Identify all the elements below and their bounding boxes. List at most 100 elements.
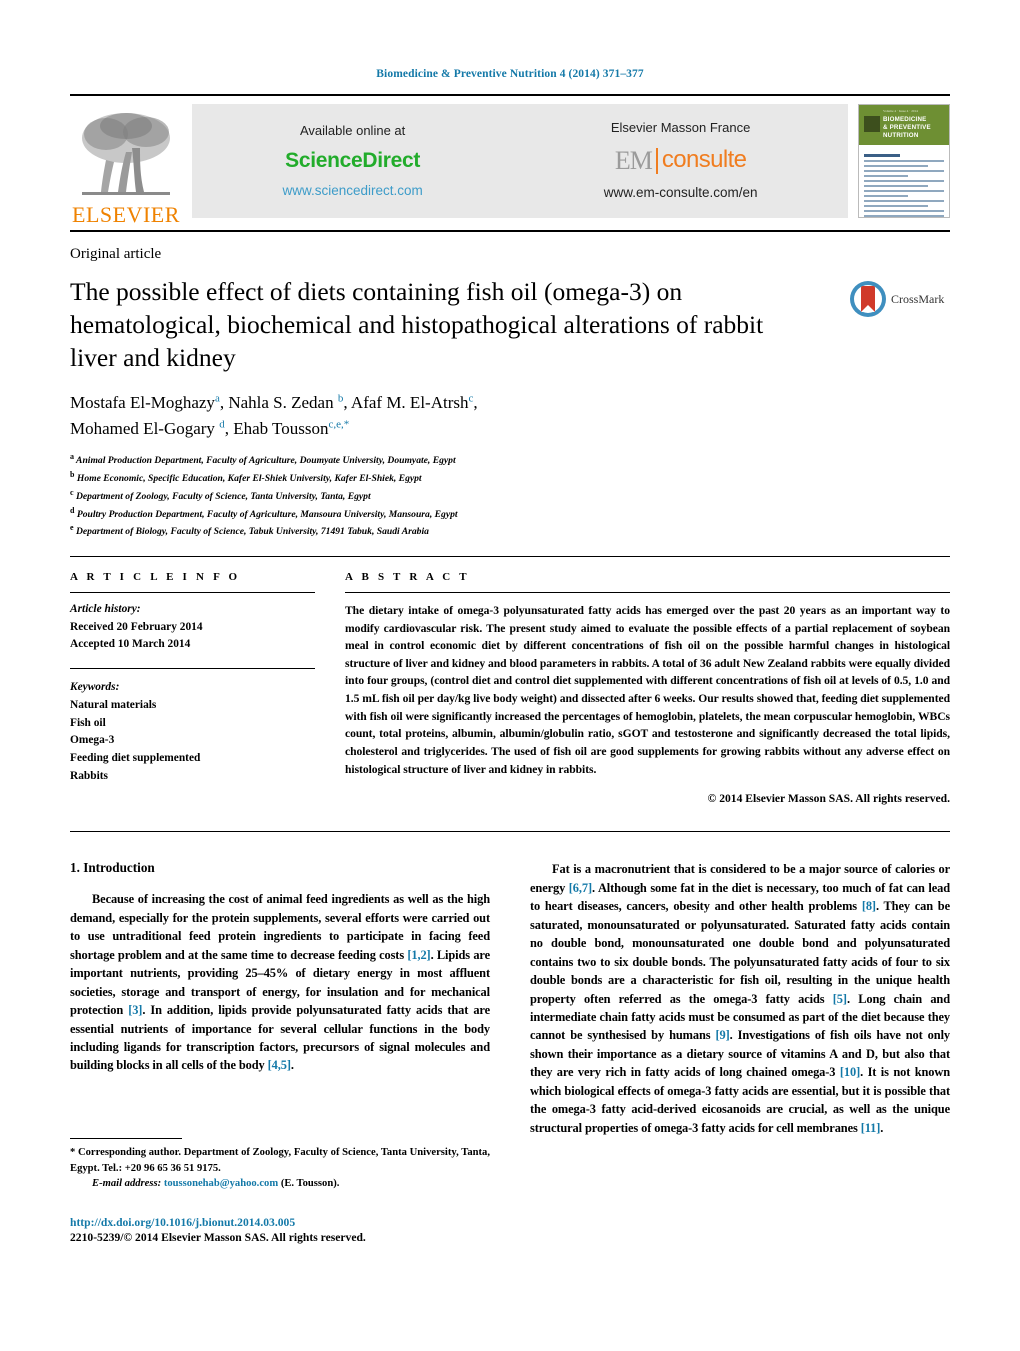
elsevier-wordmark: ELSEVIER: [72, 202, 180, 227]
affiliation-item: c Department of Zoology, Faculty of Scie…: [70, 487, 950, 505]
cover-line: [864, 215, 944, 217]
masthead-bottom-rule: [70, 230, 950, 232]
crossmark-label: CrossMark: [891, 291, 945, 306]
author-name: Nahla S. Zedan: [228, 393, 334, 413]
author-affil-mark: d: [219, 418, 225, 431]
elsevier-tree-icon: [76, 108, 176, 204]
cover-line: [864, 175, 908, 177]
citation-link[interactable]: [3]: [128, 1003, 142, 1017]
emconsulte-url[interactable]: www.em-consulte.com/en: [604, 183, 758, 203]
cover-line: [864, 185, 928, 187]
abstract-copyright: © 2014 Elsevier Masson SAS. All rights r…: [707, 792, 950, 806]
sciencedirect-url[interactable]: www.sciencedirect.com: [282, 181, 422, 201]
corresponding-star: *: [70, 1147, 76, 1158]
article-history: Article history: Received 20 February 20…: [70, 601, 315, 654]
author-affil-mark: c,e,*: [328, 418, 350, 431]
footnote-block: * Corresponding author. Department of Zo…: [70, 1138, 490, 1189]
crossmark-badge[interactable]: CrossMark: [850, 275, 950, 317]
cover-line: [864, 190, 944, 192]
paragraph-text: .: [290, 1058, 294, 1073]
abstract-heading: A B S T R A C T: [345, 571, 470, 584]
emconsulte-em: EM: [614, 145, 653, 175]
cover-line: [864, 210, 944, 212]
info-abstract-block: A R T I C L E I N F O Article history: R…: [70, 571, 950, 805]
keyword-item: Rabbits: [70, 769, 108, 782]
cover-line: [864, 160, 944, 162]
emconsulte-consulte: consulte: [661, 146, 747, 174]
keywords-rule: [70, 668, 315, 670]
email-suffix: (E. Tousson).: [280, 1177, 340, 1189]
cover-title-line1: BIOMEDICINE: [883, 116, 927, 123]
citation-link[interactable]: [4,5]: [268, 1058, 291, 1072]
emconsulte-logo: EM consulte: [604, 142, 758, 180]
sciencedirect-brand: ScienceDirect: [285, 149, 421, 173]
affiliation-text: Department of Biology, Faculty of Scienc…: [75, 526, 429, 538]
cover-line: [864, 170, 944, 172]
cover-line: [864, 180, 944, 182]
intro-paragraph-left: Because of increasing the cost of animal…: [70, 890, 490, 1075]
author-name: Mohamed El-Gogary: [70, 418, 215, 438]
keywords-label: Keywords:: [70, 681, 120, 694]
cover-line: [864, 200, 944, 202]
paragraph-text: . They can be saturated, monounsaturated…: [530, 899, 950, 1006]
affiliation-list: a Animal Production Department, Faculty …: [70, 451, 950, 540]
corresponding-author-text: Corresponding author. Department of Zool…: [70, 1147, 490, 1174]
affiliation-mark: e: [70, 523, 74, 533]
email-label: E-mail address:: [92, 1177, 162, 1189]
availability-banner: Available online at ScienceDirect www.sc…: [192, 104, 848, 218]
body-column-right: Fat is a macronutrient that is considere…: [530, 860, 950, 1137]
affiliation-item: d Poultry Production Department, Faculty…: [70, 505, 950, 523]
affiliation-mark: d: [70, 505, 75, 515]
author-affil-mark: b: [337, 392, 344, 405]
affiliation-text: Home Economic, Specific Education, Kafer…: [76, 473, 422, 485]
cover-logo-square: [864, 116, 880, 132]
abstract-rule: [345, 592, 950, 594]
abstract-text: The dietary intake of omega-3 polyunsatu…: [345, 604, 950, 776]
email-link[interactable]: toussonehab@yahoo.com: [164, 1178, 278, 1189]
article-info-column: A R T I C L E I N F O Article history: R…: [70, 571, 345, 805]
author-list: Mostafa El-Moghazya, Nahla S. Zedan b, A…: [70, 392, 478, 438]
page-title: The possible effect of diets containing …: [70, 277, 764, 373]
affiliation-text: Department of Zoology, Faculty of Scienc…: [75, 491, 371, 503]
article-page: Biomedicine & Preventive Nutrition 4 (20…: [0, 0, 1020, 1351]
citation-link[interactable]: [1,2]: [407, 948, 430, 962]
journal-cover-thumbnail: Volume 4 · Issue 4 · 2014 BIOMEDICINE & …: [858, 104, 950, 218]
cover-volume-line: Volume 4 · Issue 4 · 2014: [883, 109, 918, 113]
emconsulte-divider: [655, 147, 658, 174]
cover-line: [864, 165, 928, 167]
citation-link[interactable]: [8]: [862, 899, 876, 913]
article-history-label: Article history:: [70, 603, 141, 616]
emconsulte-block: Elsevier Masson France EM consulte www.e…: [604, 119, 758, 203]
article-type: Original article: [70, 246, 162, 262]
body-columns: 1. Introduction Because of increasing th…: [70, 860, 950, 1137]
citation-link[interactable]: [11]: [861, 1121, 881, 1135]
cover-title-line2: & PREVENTIVE NUTRITION: [883, 123, 931, 139]
title-row: The possible effect of diets containing …: [70, 275, 950, 374]
accepted-date: Accepted 10 March 2014: [70, 638, 191, 651]
masthead: ELSEVIER Available online at ScienceDire…: [70, 96, 950, 228]
paragraph-text: .: [880, 1120, 884, 1135]
received-date: Received 20 February 2014: [70, 620, 203, 633]
author-name: Mostafa El-Moghazy: [70, 393, 215, 413]
cover-line: [864, 154, 900, 157]
doi-link[interactable]: http://dx.doi.org/10.1016/j.bionut.2014.…: [70, 1216, 366, 1229]
affiliation-text: Animal Production Department, Faculty of…: [76, 455, 456, 467]
cover-line: [864, 195, 908, 197]
cover-title: BIOMEDICINE & PREVENTIVE NUTRITION: [883, 116, 949, 139]
author-name: Afaf M. El-Atrsh: [350, 393, 469, 413]
available-online-label: Available online at: [299, 122, 406, 138]
citation-link[interactable]: [5]: [833, 992, 847, 1006]
issn-copyright-line: 2210-5239/© 2014 Elsevier Masson SAS. Al…: [70, 1231, 366, 1244]
corresponding-author-note: * Corresponding author. Department of Zo…: [70, 1145, 490, 1177]
keyword-item: Feeding diet supplemented: [70, 752, 201, 765]
citation-link[interactable]: [6,7]: [569, 881, 592, 895]
citation-link[interactable]: [9]: [715, 1028, 729, 1042]
cover-line: [864, 205, 928, 207]
citation-link[interactable]: [10]: [840, 1065, 860, 1079]
crossmark-icon: [850, 281, 886, 317]
keyword-item: Natural materials: [70, 698, 157, 711]
elsevier-masson-label: Elsevier Masson France: [610, 119, 751, 135]
doi-block: http://dx.doi.org/10.1016/j.bionut.2014.…: [70, 1216, 366, 1244]
abstract-column: A B S T R A C T The dietary intake of om…: [345, 571, 950, 805]
elsevier-logo: ELSEVIER: [70, 96, 182, 228]
